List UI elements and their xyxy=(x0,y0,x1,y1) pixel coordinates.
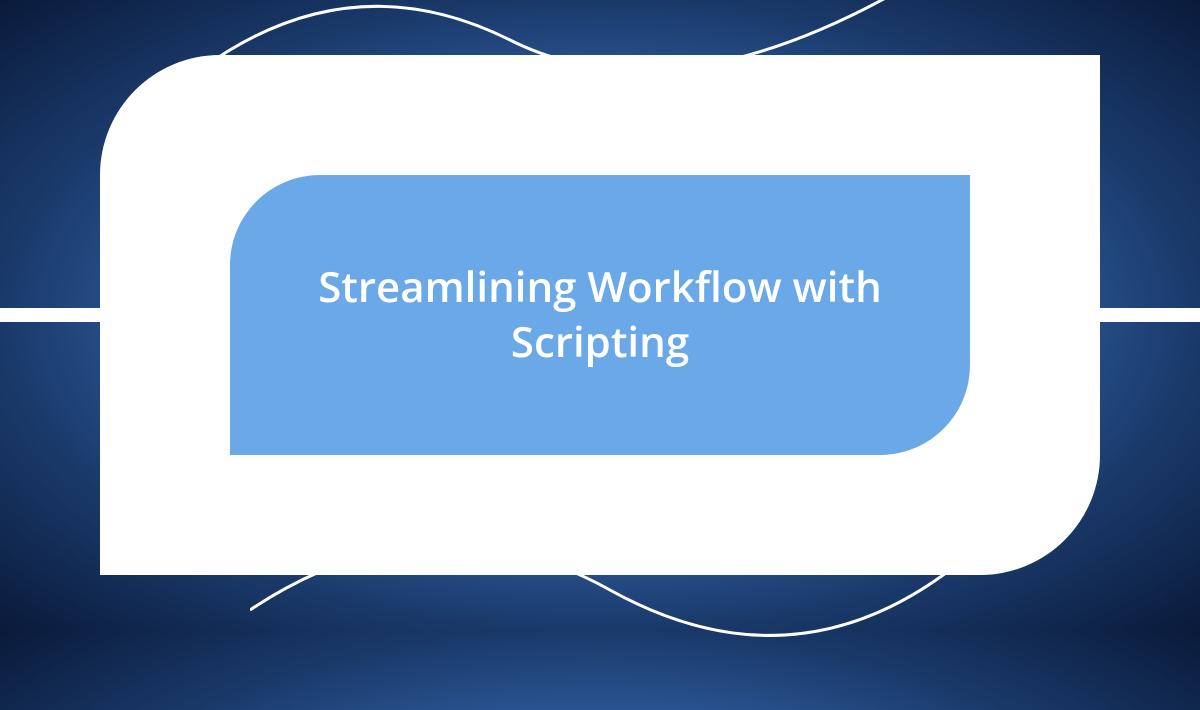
outer-white-card: Streamlining Workflow with Scripting xyxy=(100,55,1100,575)
page-title: Streamlining Workflow with Scripting xyxy=(290,260,910,369)
inner-blue-card: Streamlining Workflow with Scripting xyxy=(230,175,970,455)
